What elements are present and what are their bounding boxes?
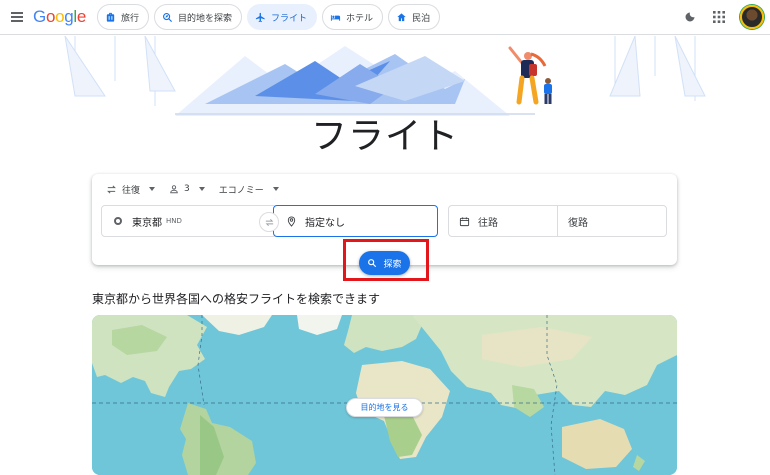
trip-type-select[interactable]: 往復	[106, 183, 156, 196]
return-date-field[interactable]: 復路	[557, 206, 666, 236]
date-range-input: 往路 復路	[448, 205, 667, 237]
swap-icon	[265, 218, 273, 226]
main-menu-icon[interactable]	[8, 7, 28, 27]
highlight-annotation-box	[343, 239, 429, 281]
explore-icon	[163, 12, 173, 22]
hikers-figure	[508, 46, 552, 105]
travel-bag-icon	[106, 12, 115, 22]
view-destinations-button[interactable]: 目的地を見る	[346, 398, 423, 417]
dark-theme-icon[interactable]	[682, 9, 698, 25]
passenger-count: 3	[184, 184, 190, 194]
flight-icon	[255, 12, 265, 22]
trip-type-value: 往復	[122, 185, 141, 196]
account-avatar[interactable]	[740, 5, 764, 29]
google-logo[interactable]: Google	[33, 7, 86, 27]
nav-chip-vacation-rentals[interactable]: 民泊	[388, 4, 441, 30]
nav-chip-label: フライト	[271, 13, 308, 24]
explore-section-title: 東京都から世界各国への格安フライトを検索できます	[92, 292, 381, 306]
home-icon	[397, 12, 406, 21]
nav-chip-travel[interactable]: 旅行	[97, 4, 150, 30]
departure-placeholder: 往路	[478, 217, 498, 229]
nav-chip-label: 民泊	[412, 13, 431, 24]
person-icon	[170, 185, 178, 194]
location-pin-icon	[287, 215, 296, 227]
hotel-bed-icon	[330, 14, 341, 21]
swap-locations-button[interactable]	[259, 212, 279, 232]
page-title: フライト	[310, 116, 459, 157]
nav-chip-explore[interactable]: 目的地を探索	[154, 4, 243, 30]
top-app-bar: Google 旅行 目的地を探索 フライト ホテル 民泊	[0, 0, 770, 35]
cabin-class-select[interactable]: エコノミー	[218, 183, 279, 196]
destination-value: 指定なし	[305, 217, 345, 229]
apps-grid-icon[interactable]	[711, 9, 727, 25]
origin-input[interactable]: 東京都 HND	[101, 205, 277, 237]
departure-date-field[interactable]: 往路	[449, 206, 557, 236]
nav-chip-label: 目的地を探索	[178, 13, 233, 24]
origin-city: 東京都	[132, 217, 162, 229]
destination-input[interactable]: 指定なし	[273, 205, 438, 237]
chevron-down-icon	[149, 187, 156, 191]
nav-chip-flights[interactable]: フライト	[247, 4, 318, 30]
nav-chip-label: ホテル	[346, 13, 374, 24]
chevron-down-icon	[272, 187, 279, 191]
hero-illustration	[64, 36, 706, 116]
travel-nav: 旅行 目的地を探索 フライト ホテル 民泊	[97, 4, 441, 30]
calendar-icon	[459, 216, 470, 226]
return-placeholder: 復路	[568, 217, 588, 229]
nav-chip-label: 旅行	[121, 13, 140, 24]
search-options: 往復 3 エコノミー	[106, 183, 279, 196]
passenger-select[interactable]: 3	[169, 183, 205, 195]
origin-circle-icon	[114, 217, 122, 225]
chevron-down-icon	[198, 187, 205, 191]
nav-chip-hotels[interactable]: ホテル	[322, 4, 384, 30]
cabin-class-value: エコノミー	[218, 185, 264, 196]
world-map[interactable]	[92, 315, 677, 475]
origin-airport-code: HND	[166, 217, 182, 225]
swap-arrows-icon	[107, 184, 116, 194]
account-area	[682, 5, 764, 29]
